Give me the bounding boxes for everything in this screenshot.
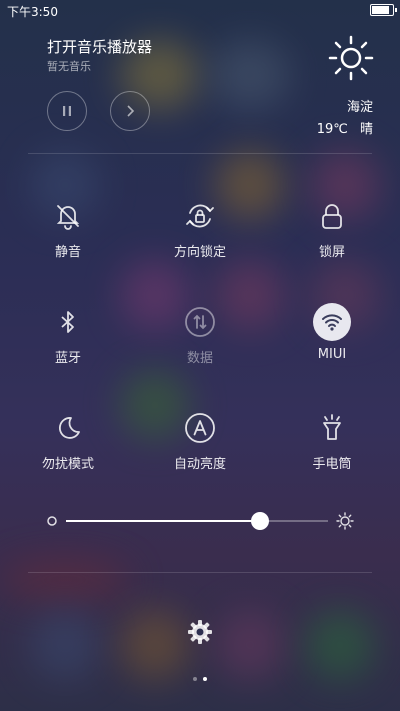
settings-gear-icon[interactable] <box>186 618 214 646</box>
weather-city: 海淀 <box>346 100 373 115</box>
status-time: 下午3:50 <box>7 5 58 19</box>
divider <box>28 572 372 573</box>
tile-label: 自动亮度 <box>173 457 226 472</box>
play-pause-button[interactable] <box>47 91 87 131</box>
tile-flashlight[interactable]: 手电筒 <box>272 409 392 489</box>
bell-off-icon <box>49 197 87 235</box>
tile-mobile-data[interactable]: 数据 <box>140 303 260 383</box>
tile-label: 方向锁定 <box>173 245 226 260</box>
music-subtitle: 暂无音乐 <box>47 60 91 73</box>
auto-brightness-icon <box>181 409 219 447</box>
tile-mute[interactable]: 静音 <box>8 197 128 277</box>
rotation-lock-icon <box>181 197 219 235</box>
page-indicator <box>191 677 209 683</box>
tile-auto-brightness[interactable]: 自动亮度 <box>140 409 260 489</box>
sun-icon <box>328 35 374 81</box>
status-bar: 下午3:50 <box>0 0 400 22</box>
weather-temp: 19℃ 晴 <box>317 118 373 137</box>
brightness-fill <box>66 520 260 522</box>
chevron-right-icon <box>127 105 135 117</box>
brightness-track[interactable] <box>66 520 328 522</box>
weather-condition: 晴 <box>359 122 373 137</box>
bluetooth-icon <box>49 303 87 341</box>
brightness-knob[interactable] <box>250 512 269 530</box>
brightness-high-icon <box>336 512 354 530</box>
tile-label: 手电筒 <box>312 457 352 472</box>
mobile-data-icon <box>181 303 219 341</box>
moon-icon <box>49 409 87 447</box>
weather-temperature: 19℃ <box>316 122 348 137</box>
tile-label: 数据 <box>186 351 213 366</box>
tile-do-not-disturb[interactable]: 勿扰模式 <box>8 409 128 489</box>
pause-icon <box>63 106 71 116</box>
tile-bluetooth[interactable]: 蓝牙 <box>8 303 128 383</box>
battery-icon <box>370 4 397 16</box>
page-dot <box>193 677 197 681</box>
lock-icon <box>313 197 351 235</box>
tile-lock-screen[interactable]: 锁屏 <box>272 197 392 277</box>
divider <box>28 153 372 154</box>
wifi-icon <box>313 303 351 341</box>
music-title[interactable]: 打开音乐播放器 <box>47 36 152 57</box>
tile-label: 静音 <box>54 245 81 260</box>
page-dot <box>203 677 207 681</box>
tile-label: 蓝牙 <box>54 351 81 366</box>
tile-label: 勿扰模式 <box>41 457 94 472</box>
tile-label: MIUI <box>317 347 347 362</box>
tile-rotation-lock[interactable]: 方向锁定 <box>140 197 260 277</box>
next-track-button[interactable] <box>110 91 150 131</box>
tile-label: 锁屏 <box>318 245 345 260</box>
flashlight-icon <box>313 409 351 447</box>
brightness-low-icon <box>47 516 57 526</box>
tile-wifi[interactable]: MIUI <box>272 303 392 383</box>
brightness-slider[interactable] <box>44 505 356 535</box>
